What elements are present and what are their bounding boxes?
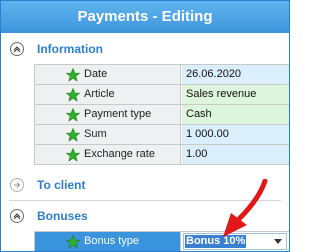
information-grid: Date 26.06.2020 Article Sales revenue Pa… (34, 64, 289, 165)
annotation-arrow-icon (223, 179, 268, 237)
field-label: Bonus type (84, 235, 140, 247)
field-value-date[interactable]: 26.06.2020 (182, 65, 289, 84)
star-icon (66, 68, 80, 82)
section-bonuses-label: Bonuses (37, 209, 88, 223)
field-row-article[interactable]: Article Sales revenue (35, 85, 289, 105)
chevron-right-circle-icon (10, 178, 24, 192)
field-value-sum[interactable]: 1 000.00 (182, 125, 289, 144)
payments-edit-window: Payments - Editing Information Date 26.0… (0, 0, 290, 252)
field-value-payment-type[interactable]: Cash (182, 105, 289, 124)
section-information-header[interactable]: Information (1, 36, 289, 62)
star-icon (66, 108, 80, 122)
window-title: Payments - Editing (1, 1, 289, 33)
field-label: Date (84, 68, 108, 80)
field-row-date[interactable]: Date 26.06.2020 (35, 65, 289, 85)
field-label: Payment type (84, 108, 152, 120)
star-icon (66, 148, 80, 162)
field-row-exchange-rate[interactable]: Exchange rate 1.00 (35, 145, 289, 165)
chevron-up-circle-icon (10, 42, 24, 56)
chevron-down-icon[interactable] (274, 239, 282, 244)
star-icon (66, 128, 80, 142)
star-icon (66, 88, 80, 102)
chevron-up-circle-icon (10, 209, 24, 223)
field-row-payment-type[interactable]: Payment type Cash (35, 105, 289, 125)
field-row-sum[interactable]: Sum 1 000.00 (35, 125, 289, 145)
field-value-exchange-rate[interactable]: 1.00 (182, 145, 289, 164)
section-to-client-label: To client (37, 178, 86, 192)
field-value-article[interactable]: Sales revenue (182, 85, 289, 104)
field-label: Exchange rate (84, 148, 155, 160)
field-label: Sum (84, 128, 107, 140)
section-information-label: Information (37, 42, 103, 56)
field-label: Article (84, 88, 115, 100)
star-icon (66, 235, 80, 249)
